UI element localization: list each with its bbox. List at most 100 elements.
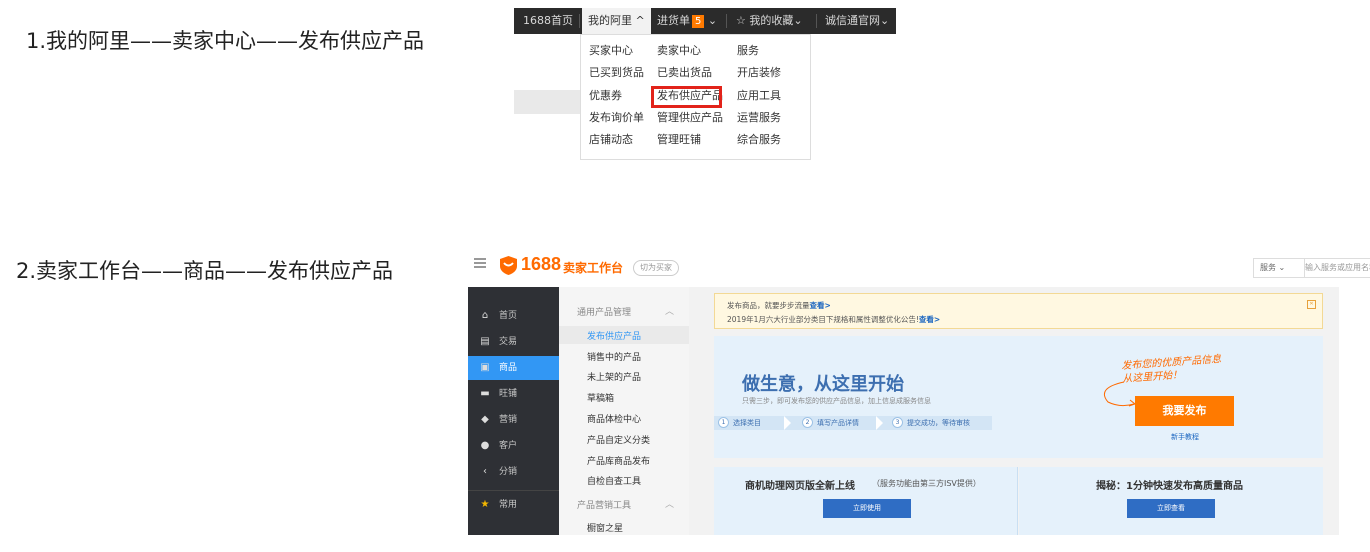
hint-arrow-icon xyxy=(1104,381,1137,407)
topbar-home-link[interactable]: 1688首页 xyxy=(523,8,573,34)
submenu-item[interactable]: 自检自查工具 xyxy=(587,474,641,487)
submenu-item[interactable]: 销售中的产品 xyxy=(587,350,641,363)
submenu-group-header[interactable]: 通用产品管理 ︿ xyxy=(577,305,674,318)
hero-subtitle: 只需三步，即可发布您的供应产品信息，加上信息成服务信息 xyxy=(742,397,931,405)
step-arrow xyxy=(784,416,791,430)
dropdown-item[interactable]: 管理供应产品 xyxy=(657,111,723,125)
dropdown-item[interactable]: 服务 xyxy=(737,44,759,58)
submenu-content: 通用产品管理 ︿ 发布供应产品 销售中的产品 未上架的产品 草稿箱 商品体检中心 … xyxy=(559,287,689,535)
dropdown-item[interactable]: 发布询价单 xyxy=(589,111,644,125)
publish-product-button[interactable]: 我要发布 xyxy=(1135,396,1234,426)
promo-card-title: 揭秘：1分钟快速发布高质量商品 xyxy=(1096,481,1243,492)
submenu-item[interactable]: 产品库商品发布 xyxy=(587,454,650,467)
publish-step: 2 填写产品详情 xyxy=(802,416,859,430)
dropdown-item[interactable]: 开店装修 xyxy=(737,66,781,80)
box-icon: ▣ xyxy=(480,362,490,373)
nav-item-favorites[interactable]: ★ 常用 xyxy=(468,493,559,517)
my-ali-label: 我的阿里 xyxy=(588,14,632,27)
nav-item-store[interactable]: ▬ 旺铺 xyxy=(468,382,559,406)
user-icon: ● xyxy=(480,440,490,451)
step1-caption: 1.我的阿里——卖家中心——发布供应产品 xyxy=(26,29,425,53)
logo-title: 卖家工作台 xyxy=(563,261,624,275)
dropdown-item[interactable]: 已买到货品 xyxy=(589,66,644,80)
nav-item-home[interactable]: ⌂ 首页 xyxy=(468,304,559,328)
star-icon: ☆ xyxy=(736,14,746,27)
chevron-down-icon: ⌄ xyxy=(1278,263,1286,272)
share-icon: ‹ xyxy=(483,466,487,477)
submenu-item[interactable]: 商品体检中心 xyxy=(587,412,641,425)
dropdown-item[interactable]: 运营服务 xyxy=(737,111,781,125)
tag-icon: ◆ xyxy=(481,414,489,425)
logo-number: 1688 xyxy=(521,254,562,274)
promo-card-title: 商机助理网页版全新上线 xyxy=(745,481,855,492)
topbar-favorites-link[interactable]: ☆ 我的收藏⌄ xyxy=(736,8,803,34)
chevron-up-icon: ︿ xyxy=(665,500,675,510)
cart-label: 进货单 xyxy=(657,14,690,27)
dropdown-item[interactable]: 管理旺铺 xyxy=(657,133,701,147)
promo-card-note: （服务功能由第三方ISV提供） xyxy=(872,479,981,488)
workbench-sidebar: ⌂ 首页 ▤ 交易 ▣ 商品 ▬ 旺铺 ◆ 营销 ● 客户 ‹ 分销 ★ 常用 xyxy=(468,287,559,535)
chevron-down-icon: ⌄ xyxy=(707,14,718,27)
submenu-group-header[interactable]: 产品营销工具 ︿ xyxy=(577,498,674,511)
dropdown-item[interactable]: 店铺动态 xyxy=(589,133,633,147)
topbar-divider xyxy=(579,14,580,28)
store-icon: ▬ xyxy=(480,388,490,399)
official-label: 诚信通官网 xyxy=(825,14,880,27)
submenu-item[interactable]: 产品自定义分类 xyxy=(587,433,650,446)
dropdown-item[interactable]: 综合服务 xyxy=(737,133,781,147)
logo-shield-icon xyxy=(500,256,517,275)
dropdown-item[interactable]: 已卖出货品 xyxy=(657,66,712,80)
chevron-down-icon: ⌄ xyxy=(880,14,890,27)
notice-banner: 发布商品，就要步步流量查看> 2019年1月六大行业部分类目下规格和属性调整优化… xyxy=(714,293,1323,329)
topbar-divider xyxy=(816,14,817,28)
step2-caption: 2.卖家工作台——商品——发布供应产品 xyxy=(16,259,394,283)
topbar-official-link[interactable]: 诚信通官网⌄ xyxy=(825,8,889,34)
notice-line: 发布商品，就要步步流量查看> xyxy=(727,301,831,310)
red-highlight-annotation xyxy=(651,86,722,108)
publish-step: 1 选择类目 xyxy=(718,416,761,430)
submenu-item[interactable]: 未上架的产品 xyxy=(587,370,641,383)
home-icon: ⌂ xyxy=(481,310,489,321)
favorites-label: 我的收藏 xyxy=(749,14,794,27)
notice-link[interactable]: 查看> xyxy=(919,315,940,324)
service-search-input[interactable]: 输入服务或应用名称 xyxy=(1299,258,1370,278)
chevron-up-icon: ^ xyxy=(635,14,645,27)
sidebar-divider xyxy=(468,490,559,491)
topbar-cart-link[interactable]: 进货单 5 ⌄ xyxy=(657,8,717,34)
right-margin xyxy=(1339,287,1370,535)
newbie-tutorial-link[interactable]: 新手教程 xyxy=(1171,432,1199,442)
topbar-divider xyxy=(726,14,727,28)
topbar-my-ali-menu[interactable]: 我的阿里 ^ xyxy=(582,8,651,34)
view-now-button[interactable]: 立即查看 xyxy=(1127,499,1215,518)
switch-to-buyer-button[interactable]: 切为买家 xyxy=(633,260,679,276)
cart-count-badge: 5 xyxy=(692,15,705,28)
step-arrow xyxy=(876,416,883,430)
service-select-label: 服务 xyxy=(1260,263,1276,272)
notice-close-icon[interactable]: ✕ xyxy=(1307,300,1316,309)
publish-step: 3 提交成功，等待审核 xyxy=(892,416,970,430)
submenu-item[interactable]: 橱窗之星 xyxy=(587,521,623,534)
site-topbar: 1688首页 我的阿里 ^ 进货单 5 ⌄ ☆ 我的收藏⌄ 诚信通官网⌄ xyxy=(514,8,896,34)
notice-line: 2019年1月六大行业部分类目下规格和属性调整优化公告!查看> xyxy=(727,315,941,324)
hamburger-menu-icon[interactable] xyxy=(474,258,486,268)
clipboard-icon: ▤ xyxy=(480,336,490,347)
nav-item-marketing[interactable]: ◆ 营销 xyxy=(468,408,559,432)
dropdown-item[interactable]: 优惠券 xyxy=(589,89,622,103)
chevron-up-icon: ︿ xyxy=(665,307,675,317)
dropdown-seller-center[interactable]: 卖家中心 xyxy=(657,44,701,58)
chevron-down-icon: ⌄ xyxy=(793,14,803,27)
star-icon: ★ xyxy=(480,499,490,510)
hero-title: 做生意，从这里开始 xyxy=(742,374,904,395)
dropdown-item[interactable]: 买家中心 xyxy=(589,44,633,58)
submenu-publish-product[interactable]: 发布供应产品 xyxy=(587,329,641,342)
dropdown-item[interactable]: 应用工具 xyxy=(737,89,781,103)
service-select[interactable]: 服务 ⌄ xyxy=(1253,258,1305,278)
submenu-item[interactable]: 草稿箱 xyxy=(587,391,614,404)
nav-item-customers[interactable]: ● 客户 xyxy=(468,434,559,458)
nav-item-distribution[interactable]: ‹ 分销 xyxy=(468,460,559,484)
publish-steps-bar: 1 选择类目 2 填写产品详情 3 提交成功，等待审核 xyxy=(714,416,992,430)
nav-item-trade[interactable]: ▤ 交易 xyxy=(468,330,559,354)
use-now-button[interactable]: 立即使用 xyxy=(823,499,911,518)
nav-item-products[interactable]: ▣ 商品 xyxy=(468,356,559,380)
notice-link[interactable]: 查看> xyxy=(810,301,831,310)
